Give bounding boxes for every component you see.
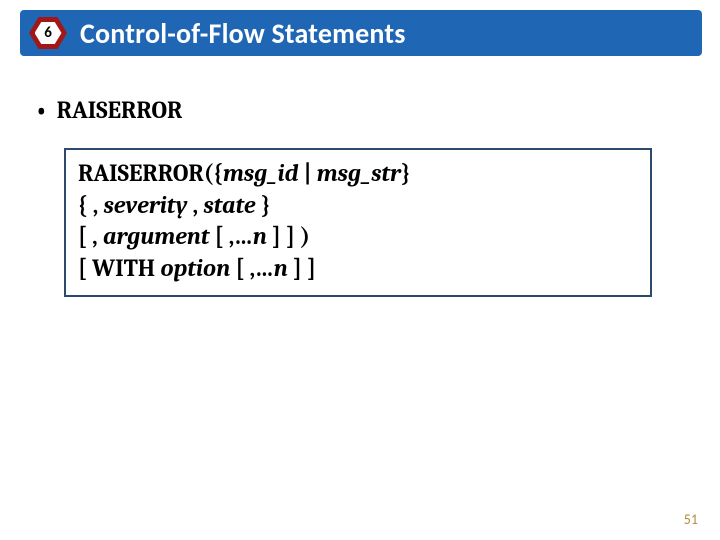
punc: }	[256, 191, 271, 219]
arg-n: n	[274, 254, 288, 282]
arg-n: n	[253, 222, 267, 250]
punc: [ ,	[78, 222, 103, 250]
slide: 6 Control-of-Flow Statements •RAISERROR …	[0, 0, 720, 540]
punc: [ ,…	[209, 222, 253, 250]
punc: |	[298, 159, 316, 187]
punc: ] ] )	[267, 222, 310, 250]
punc: [ ,…	[230, 254, 274, 282]
punc: ] ]	[288, 254, 316, 282]
arg-severity: severity	[104, 191, 188, 219]
syntax-line-4: [ WITH option [ ,…n ] ]	[78, 253, 638, 285]
page-number: 51	[684, 511, 698, 528]
syntax-box: RAISERROR({msg_id | msg_str} { , severit…	[64, 148, 652, 297]
syntax-line-1: RAISERROR({msg_id | msg_str}	[78, 158, 638, 190]
arg-option: option	[160, 254, 230, 282]
bullet-line: • RAISERROR	[36, 96, 182, 124]
chapter-number: 6	[44, 26, 52, 41]
punc: { ,	[78, 191, 104, 219]
keyword-raiserror: RAISERROR	[78, 159, 204, 187]
title-bar: 6 Control-of-Flow Statements	[20, 10, 702, 56]
arg-state: state	[204, 191, 256, 219]
punc: ,	[187, 191, 203, 219]
chapter-badge: 6	[26, 11, 70, 55]
bullet-dot-icon: •	[36, 96, 47, 124]
arg-msg-str: msg_str	[317, 159, 401, 187]
syntax-line-2: { , severity , state }	[78, 190, 638, 222]
bullet-label: RAISERROR	[57, 96, 183, 124]
slide-title: Control-of-Flow Statements	[80, 16, 406, 51]
punc: ({	[204, 159, 223, 187]
punc: }	[401, 159, 410, 187]
arg-argument: argument	[103, 222, 209, 250]
syntax-line-3: [ , argument [ ,…n ] ] )	[78, 221, 638, 253]
punc: [	[78, 254, 92, 282]
arg-msg-id: msg_id	[223, 159, 298, 187]
keyword-with: WITH	[92, 254, 155, 282]
